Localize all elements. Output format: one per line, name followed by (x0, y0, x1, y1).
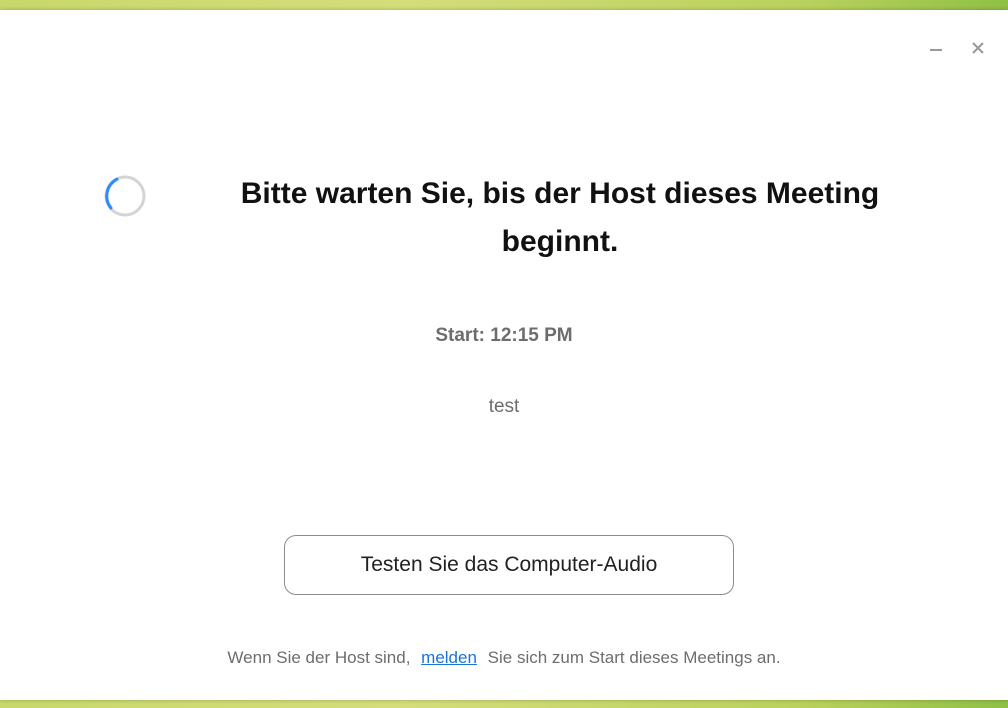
meeting-name: test (488, 396, 520, 417)
host-login-link[interactable]: melden (421, 648, 477, 667)
host-login-prefix: Wenn Sie der Host sind, (227, 648, 411, 667)
loading-spinner-icon (104, 175, 146, 217)
waiting-title: Bitte warten Sie, bis der Host dieses Me… (160, 170, 960, 266)
minimize-icon (930, 49, 942, 51)
meeting-start-time: Start: 12:15 PM (435, 325, 573, 346)
minimize-button[interactable] (928, 40, 944, 56)
waiting-title-line1: Bitte warten Sie, bis der Host dieses Me… (240, 177, 880, 210)
close-icon (972, 42, 984, 54)
host-login-suffix: Sie sich zum Start dieses Meetings an. (487, 648, 781, 667)
host-login-hint: Wenn Sie der Host sind, melden Sie sich … (0, 648, 1008, 668)
waiting-header: Bitte warten Sie, bis der Host dieses Me… (0, 168, 1008, 268)
close-button[interactable] (970, 40, 986, 56)
waiting-room-window: Bitte warten Sie, bis der Host dieses Me… (0, 10, 1008, 700)
test-computer-audio-button[interactable]: Testen Sie das Computer-Audio (284, 535, 734, 595)
window-controls (928, 40, 986, 56)
waiting-title-line2: beginnt. (501, 225, 619, 258)
